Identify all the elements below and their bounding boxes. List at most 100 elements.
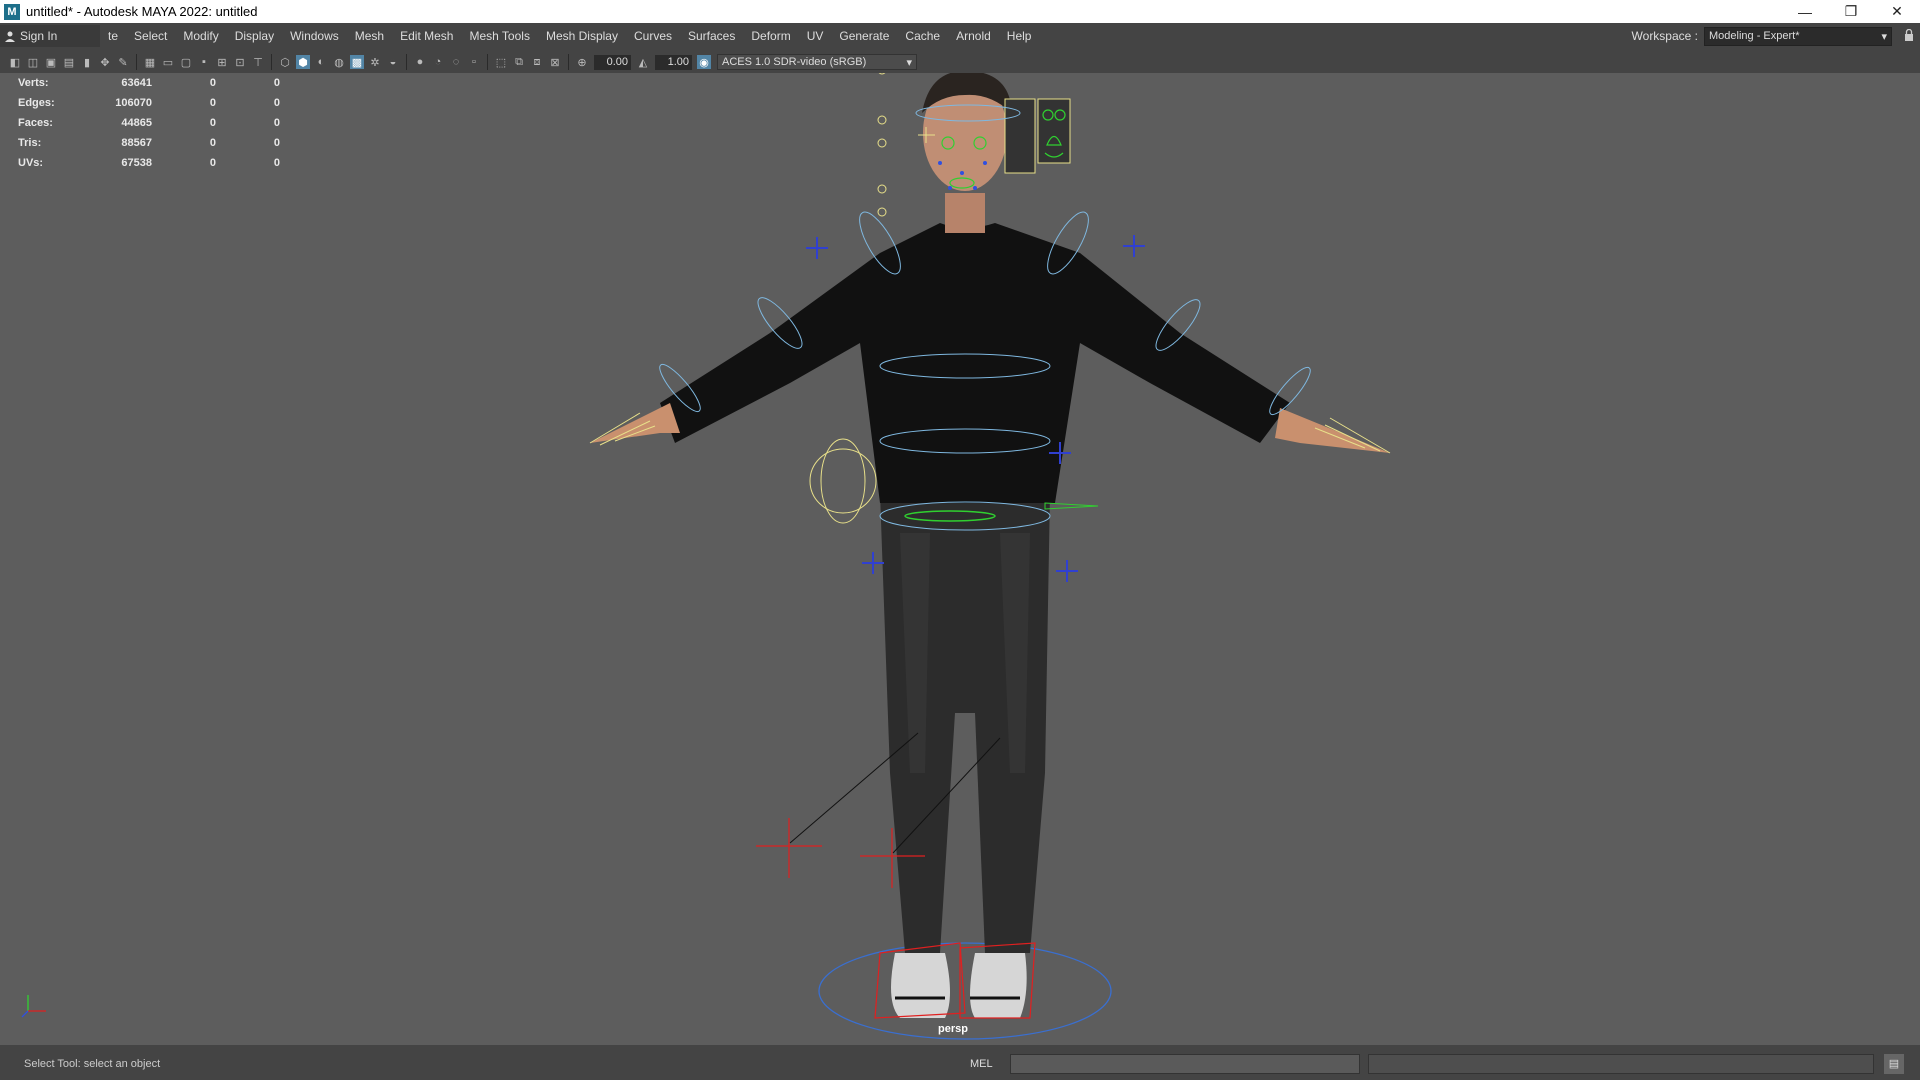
hud-value: 0 bbox=[273, 117, 280, 129]
2d-pan-zoom-icon[interactable]: ✥ bbox=[98, 55, 112, 69]
script-editor-button[interactable]: ▤ bbox=[1884, 1053, 1904, 1074]
workspace-value: Modeling - Expert* bbox=[1709, 30, 1800, 42]
menu-display[interactable]: Display bbox=[227, 29, 282, 43]
hud-label: Faces: bbox=[18, 117, 53, 129]
exposure-field[interactable]: 0.00 bbox=[594, 54, 631, 70]
motion-blur-icon[interactable]: ◔ bbox=[431, 55, 445, 69]
toolbar-divider bbox=[136, 54, 137, 70]
menu-edit-mesh[interactable]: Edit Mesh bbox=[392, 29, 461, 43]
lights-icon[interactable]: ✲ bbox=[368, 55, 382, 69]
safe-action-icon[interactable]: ⊡ bbox=[233, 55, 247, 69]
hud-value: 0 bbox=[209, 77, 216, 89]
textured-icon[interactable]: ▩ bbox=[350, 55, 364, 69]
menu-deform[interactable]: Deform bbox=[743, 29, 798, 43]
gamma-icon[interactable]: ◭ bbox=[636, 55, 650, 69]
pelvis-control bbox=[809, 448, 877, 514]
default-material-icon[interactable]: ◐ bbox=[314, 55, 328, 69]
menu-mesh-tools[interactable]: Mesh Tools bbox=[461, 29, 537, 43]
camera-attributes-icon[interactable]: ◫ bbox=[26, 55, 40, 69]
command-language-toggle[interactable]: MEL bbox=[970, 1058, 1010, 1070]
grease-pencil-icon[interactable]: ✎ bbox=[116, 55, 130, 69]
menu-cache[interactable]: Cache bbox=[897, 29, 948, 43]
hud-value: 0 bbox=[273, 97, 280, 109]
menu-uv[interactable]: UV bbox=[799, 29, 832, 43]
xray-active-icon[interactable]: ⧈ bbox=[530, 55, 544, 69]
menu-windows[interactable]: Windows bbox=[282, 29, 347, 43]
field-chart-icon[interactable]: ⊞ bbox=[215, 55, 229, 69]
xray-icon[interactable]: ⧉ bbox=[512, 55, 526, 69]
bookmark-icon[interactable]: ▮ bbox=[80, 55, 94, 69]
perspective-viewport[interactable]: Verts: 63641 0 0 Edges: 106070 0 0 Faces: 44865 0 0… bbox=[0, 73, 1920, 1045]
left-hand bbox=[590, 403, 680, 443]
face-gui-panel bbox=[1004, 98, 1036, 174]
command-input[interactable] bbox=[1010, 1053, 1360, 1074]
depth-of-field-icon[interactable]: ▫ bbox=[467, 55, 481, 69]
screen-space-ao-icon[interactable]: ● bbox=[413, 55, 427, 69]
menu-generate[interactable]: Generate bbox=[831, 29, 897, 43]
menu-mesh-display[interactable]: Mesh Display bbox=[538, 29, 626, 43]
menu-surfaces[interactable]: Surfaces bbox=[680, 29, 743, 43]
isolate-select-icon[interactable]: ⬚ bbox=[494, 55, 508, 69]
script-editor-icon: ▤ bbox=[1888, 1058, 1900, 1070]
gamma-field[interactable]: 1.00 bbox=[655, 54, 692, 70]
menu-help[interactable]: Help bbox=[999, 29, 1040, 43]
film-gate-icon[interactable]: ▭ bbox=[161, 55, 175, 69]
grid-icon[interactable]: ▦ bbox=[143, 55, 157, 69]
hud-value: 0 bbox=[273, 77, 280, 89]
image-plane-icon[interactable]: ▤ bbox=[62, 55, 76, 69]
minimize-button[interactable]: — bbox=[1782, 0, 1828, 23]
menu-modify[interactable]: Modify bbox=[175, 29, 226, 43]
maya-app-icon: M bbox=[4, 3, 20, 20]
camera-select-icon[interactable]: ◧ bbox=[8, 55, 22, 69]
sign-in-button[interactable]: Sign In bbox=[0, 25, 100, 47]
head-dot-control bbox=[878, 73, 886, 75]
gate-mask-icon[interactable]: ▪ bbox=[197, 55, 211, 69]
hud-label: Edges: bbox=[18, 97, 55, 109]
shadows-icon[interactable]: ◒ bbox=[386, 55, 400, 69]
workspace-label: Workspace : bbox=[1631, 29, 1698, 43]
anti-aliasing-icon[interactable]: ◌ bbox=[449, 55, 463, 69]
menu-bar: Sign In te Select Modify Display Windows Mesh… bbox=[0, 23, 1920, 49]
color-management-icon[interactable]: ◉ bbox=[697, 55, 711, 69]
view-transform-dropdown[interactable]: ACES 1.0 SDR-video (sRGB) ▾ bbox=[717, 54, 917, 70]
hud-value: 106070 bbox=[115, 97, 152, 109]
title-bar: M untitled* - Autodesk MAYA 2022: untitl… bbox=[0, 0, 1920, 23]
help-line: Select Tool: select an object bbox=[24, 1057, 161, 1070]
menu-arnold[interactable]: Arnold bbox=[948, 29, 999, 43]
view-transform-value: ACES 1.0 SDR-video (sRGB) bbox=[722, 56, 867, 68]
hud-value: 67538 bbox=[121, 157, 152, 169]
hud-row: UVs: 67538 0 0 bbox=[18, 153, 280, 173]
command-line-bar: Select Tool: select an object MEL ▤ bbox=[0, 1047, 1920, 1080]
menu-select[interactable]: Select bbox=[126, 29, 175, 43]
close-button[interactable]: ✕ bbox=[1874, 0, 1920, 23]
menu-curves[interactable]: Curves bbox=[626, 29, 680, 43]
maximize-button[interactable]: ❐ bbox=[1828, 0, 1874, 23]
axis-gizmo bbox=[21, 995, 46, 1018]
left-shoe bbox=[891, 953, 950, 1018]
face-shape-panel bbox=[1037, 98, 1071, 164]
hud-value: 88567 bbox=[121, 137, 152, 149]
safe-title-icon[interactable]: ⊤ bbox=[251, 55, 265, 69]
sign-in-label: Sign In bbox=[20, 29, 58, 43]
lock-icon[interactable] bbox=[1904, 28, 1914, 44]
scene-render bbox=[21, 73, 1391, 1040]
smooth-shade-icon[interactable]: ⬢ bbox=[296, 55, 310, 69]
hud-value: 63641 bbox=[121, 77, 152, 89]
hud-row: Tris: 88567 0 0 bbox=[18, 133, 280, 153]
xray-joints-icon[interactable]: ⊠ bbox=[548, 55, 562, 69]
resolution-gate-icon[interactable]: ▢ bbox=[179, 55, 193, 69]
workspace-selector: Workspace : Modeling - Expert* ▾ bbox=[1632, 23, 1920, 49]
menu-mesh[interactable]: Mesh bbox=[347, 29, 392, 43]
wireframe-icon[interactable]: ⬡ bbox=[278, 55, 292, 69]
main-menus: te Select Modify Display Windows Mesh Edit Mes… bbox=[100, 29, 1039, 43]
hud-row: Faces: 44865 0 0 bbox=[18, 113, 280, 133]
menu-te[interactable]: te bbox=[100, 29, 126, 43]
left-knee-pole-vector bbox=[756, 818, 822, 878]
character-neck bbox=[945, 193, 985, 233]
hud-row: Verts: 63641 0 0 bbox=[18, 73, 280, 93]
wireframe-on-shaded-icon[interactable]: ◍ bbox=[332, 55, 346, 69]
poly-count-hud: Verts: 63641 0 0 Edges: 106070 0 0 Faces: 44865 0 0… bbox=[18, 73, 280, 173]
bookmarks-icon[interactable]: ▣ bbox=[44, 55, 58, 69]
workspace-dropdown[interactable]: Modeling - Expert* ▾ bbox=[1704, 26, 1892, 46]
exposure-icon[interactable]: ⊕ bbox=[575, 55, 589, 69]
